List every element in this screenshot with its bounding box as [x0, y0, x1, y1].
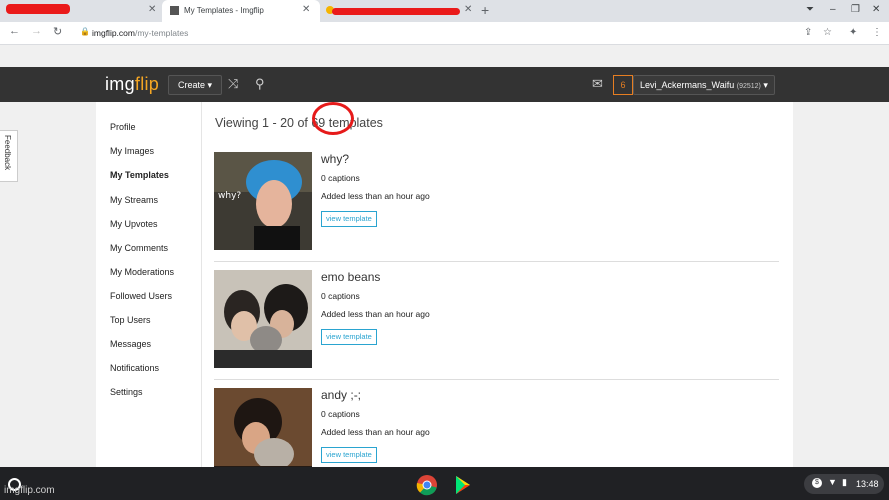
thumbnail-image [214, 270, 312, 368]
battery-icon: ▮ [842, 477, 847, 487]
play-store-icon[interactable] [452, 474, 474, 496]
status-tray[interactable]: $ ▼ ▮ 13:48 [804, 474, 884, 494]
sidebar-item-my-moderations[interactable]: My Moderations [110, 267, 174, 277]
url-field[interactable]: imgflip.com/my-templates [92, 28, 188, 38]
template-thumbnail[interactable] [214, 388, 312, 467]
close-tab-icon[interactable]: ✕ [302, 4, 310, 15]
divider [214, 379, 779, 380]
feedback-tab[interactable]: Feedback [0, 130, 18, 182]
mail-icon[interactable]: ✉ [592, 76, 603, 92]
thumbnail-image [214, 388, 312, 467]
sidebar-item-notifications[interactable]: Notifications [110, 363, 159, 373]
dollar-icon: $ [812, 478, 822, 488]
viewing-count-text: Viewing 1 - 20 of 69 templates [215, 116, 383, 130]
tab-title: My Templates - Imgflip [184, 6, 264, 15]
template-added: Added less than an hour ago [321, 191, 430, 201]
template-added: Added less than an hour ago [321, 427, 430, 437]
back-arrow-icon[interactable]: ← [9, 25, 20, 37]
template-item: why? why? 0 captions Added less than an … [214, 152, 779, 262]
reload-icon[interactable]: ↻ [53, 25, 62, 38]
redaction-mark [332, 8, 460, 15]
sidebar-item-messages[interactable]: Messages [110, 339, 151, 349]
restore-icon[interactable]: ❐ [851, 4, 860, 15]
imgflip-favicon-icon [170, 6, 179, 15]
browser-tab-2[interactable]: My Templates - Imgflip ✕ [162, 0, 320, 22]
thumbnail-caption: why? [218, 191, 241, 201]
imgflip-logo[interactable]: imgflip [105, 74, 159, 95]
template-captions: 0 captions [321, 409, 360, 419]
lock-icon: 🔒 [80, 27, 90, 36]
divider [214, 261, 779, 262]
template-name[interactable]: why? [321, 152, 349, 166]
template-item: emo beans 0 captions Added less than an … [214, 270, 779, 380]
sidebar-item-my-upvotes[interactable]: My Upvotes [110, 219, 158, 229]
url-path: /my-templates [134, 28, 189, 38]
template-name[interactable]: andy ;-; [321, 388, 361, 402]
close-window-icon[interactable]: ✕ [872, 4, 880, 15]
annotation-circle [312, 102, 354, 135]
browser-tab-bar: ✕ My Templates - Imgflip ✕ ✕ + ⏷ – ❐ ✕ [0, 0, 889, 22]
chevron-down-icon: ▾ [763, 80, 768, 90]
content-panel: Profile My Images My Templates My Stream… [96, 102, 793, 467]
create-button[interactable]: Create ▾ [168, 75, 222, 95]
menu-dots-icon[interactable]: ⋮ [872, 27, 882, 38]
sidebar: Profile My Images My Templates My Stream… [96, 102, 202, 467]
minimize-icon[interactable]: – [830, 4, 836, 15]
extensions-puzzle-icon[interactable]: ✦ [849, 27, 857, 38]
sidebar-item-top-users[interactable]: Top Users [110, 315, 151, 325]
watermark: imgflip.com [4, 485, 55, 496]
wifi-icon: ▼ [828, 477, 837, 487]
username: Levi_Ackermans_Waifu [640, 80, 735, 90]
browser-tab-3[interactable]: ✕ [322, 0, 474, 22]
sidebar-item-my-templates[interactable]: My Templates [110, 170, 169, 180]
sidebar-item-my-comments[interactable]: My Comments [110, 243, 168, 253]
close-tab-icon[interactable]: ✕ [148, 4, 156, 15]
site-header: imgflip Create ▾ ⤨ ⚲ ✉ 6 Levi_Ackermans_… [0, 67, 889, 102]
logo-text-accent: flip [134, 74, 160, 94]
sidebar-item-my-streams[interactable]: My Streams [110, 195, 158, 205]
template-name[interactable]: emo beans [321, 270, 380, 284]
plus-icon[interactable]: + [481, 2, 489, 18]
sidebar-item-followed-users[interactable]: Followed Users [110, 291, 172, 301]
tab-search-icon[interactable]: ⏷ [806, 4, 814, 15]
logo-text-main: img [105, 74, 135, 94]
forward-arrow-icon[interactable]: → [31, 25, 42, 37]
chrome-icon[interactable] [416, 474, 438, 496]
shuffle-icon[interactable]: ⤨ [228, 76, 238, 92]
template-captions: 0 captions [321, 173, 360, 183]
redaction-mark [6, 4, 70, 14]
url-host: imgflip.com [92, 28, 135, 38]
search-icon[interactable]: ⚲ [255, 76, 265, 92]
template-captions: 0 captions [321, 291, 360, 301]
template-thumbnail[interactable] [214, 270, 312, 368]
close-tab-icon[interactable]: ✕ [464, 4, 472, 15]
user-menu-button[interactable]: Levi_Ackermans_Waifu (92512) ▾ [633, 75, 775, 95]
view-template-button[interactable]: view template [321, 211, 377, 227]
address-bar: ← → ↻ 🔒 imgflip.com/my-templates ⇪ ☆ ✦ ⋮ [0, 22, 889, 45]
template-thumbnail[interactable]: why? [214, 152, 312, 250]
clock-time: 13:48 [856, 479, 879, 489]
notification-count-badge[interactable]: 6 [613, 75, 633, 95]
page-viewport: imgflip Create ▾ ⤨ ⚲ ✉ 6 Levi_Ackermans_… [0, 45, 889, 467]
view-template-button[interactable]: view template [321, 447, 377, 463]
sidebar-item-settings[interactable]: Settings [110, 387, 143, 397]
feedback-label: Feedback [3, 135, 12, 171]
bookmark-star-icon[interactable]: ☆ [823, 27, 832, 38]
thumbnail-image: why? [214, 152, 312, 250]
template-added: Added less than an hour ago [321, 309, 430, 319]
sidebar-item-my-images[interactable]: My Images [110, 146, 154, 156]
view-template-button[interactable]: view template [321, 329, 377, 345]
os-taskbar [0, 467, 889, 500]
template-item: andy ;-; 0 captions Added less than an h… [214, 388, 779, 467]
browser-tab-1[interactable]: ✕ [0, 0, 160, 22]
sidebar-item-profile[interactable]: Profile [110, 122, 136, 132]
user-points: (92512) [736, 83, 761, 90]
share-icon[interactable]: ⇪ [804, 27, 812, 38]
